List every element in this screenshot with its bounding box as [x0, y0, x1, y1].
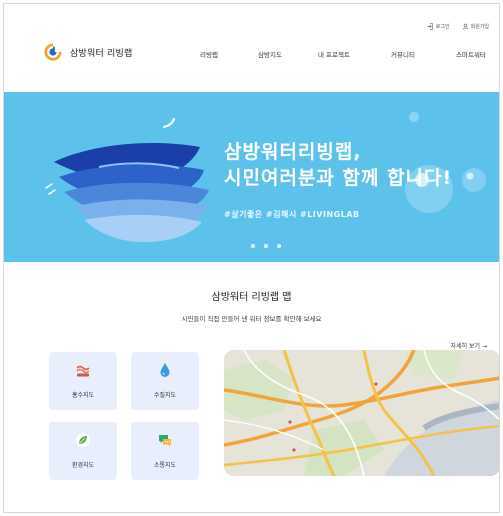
map-category-cards: 홍수지도 수질지도 환경지도 소통지도 [49, 352, 199, 482]
site-logo[interactable]: 삼방워터 리빙랩 [44, 43, 132, 61]
slide-indicator [251, 244, 281, 248]
hero-banner: 삼방워터리빙랩, 시민여러분과 함께 합니다! #살기좋은 #김해시 #LIVI… [4, 92, 499, 262]
login-label: 로그인 [435, 24, 450, 30]
nav-item-smart-water[interactable]: 스마트워터 [456, 49, 486, 59]
slide-dot-2[interactable] [264, 244, 268, 248]
card-communication-map[interactable]: 소통지도 [131, 422, 199, 480]
card-water-quality-map[interactable]: 수질지도 [131, 352, 199, 410]
card-label: 수질지도 [153, 392, 177, 399]
card-label: 환경지도 [71, 462, 95, 469]
header: 삼방워터 리빙랩 리빙랩 삼방지도 내 프로젝트 커뮤니티 스마트워터 [4, 40, 499, 64]
banner-title: 삼방워터리빙랩, 시민여러분과 함께 합니다! [224, 139, 452, 191]
card-label: 소통지도 [153, 462, 177, 469]
view-more-link[interactable]: 자세히 보기 → [451, 341, 487, 350]
map-image [224, 350, 499, 476]
banner-title-line2: 시민여러분과 함께 합니다! [224, 167, 453, 189]
logo-mark-icon [44, 43, 62, 61]
section-subtitle: 시민들이 직접 만들어 낸 워터 정보를 확인해 보세요 [181, 315, 322, 323]
flood-icon [76, 365, 90, 377]
card-environment-map[interactable]: 환경지도 [49, 422, 117, 480]
slide-dot-1[interactable] [251, 244, 255, 248]
nav-item-sambang-map[interactable]: 삼방지도 [258, 49, 282, 59]
water-drop-icon [160, 363, 170, 377]
banner-title-line1: 삼방워터리빙랩, [224, 141, 362, 163]
nav-item-my-project[interactable]: 내 프로젝트 [318, 49, 350, 59]
leaf-icon [76, 433, 90, 447]
card-label: 홍수지도 [71, 392, 95, 399]
map-preview[interactable] [224, 350, 499, 476]
user-icon [462, 23, 468, 30]
section-title: 삼방워터 리빙랩 맵 [211, 292, 292, 303]
nav-item-livinglab[interactable]: 리빙랩 [200, 49, 218, 59]
signup-label: 회원가입 [470, 24, 489, 30]
utility-links: 로그인 회원가입 [427, 23, 489, 30]
login-icon [427, 23, 433, 30]
card-flood-map[interactable]: 홍수지도 [49, 352, 117, 410]
login-link[interactable]: 로그인 [427, 23, 450, 30]
signup-link[interactable]: 회원가입 [462, 23, 489, 30]
chat-icon [159, 435, 171, 447]
nav-item-community[interactable]: 커뮤니티 [391, 49, 415, 59]
slide-dot-3[interactable] [277, 244, 281, 248]
logo-text: 삼방워터 리빙랩 [70, 48, 133, 59]
page-frame: 로그인 회원가입 삼방워터 리빙랩 리빙랩 삼방지도 내 프로젝트 커뮤니티 스… [3, 3, 500, 513]
banner-hashtags: #살기좋은 #김해시 #LIVINGLAB [224, 210, 360, 219]
